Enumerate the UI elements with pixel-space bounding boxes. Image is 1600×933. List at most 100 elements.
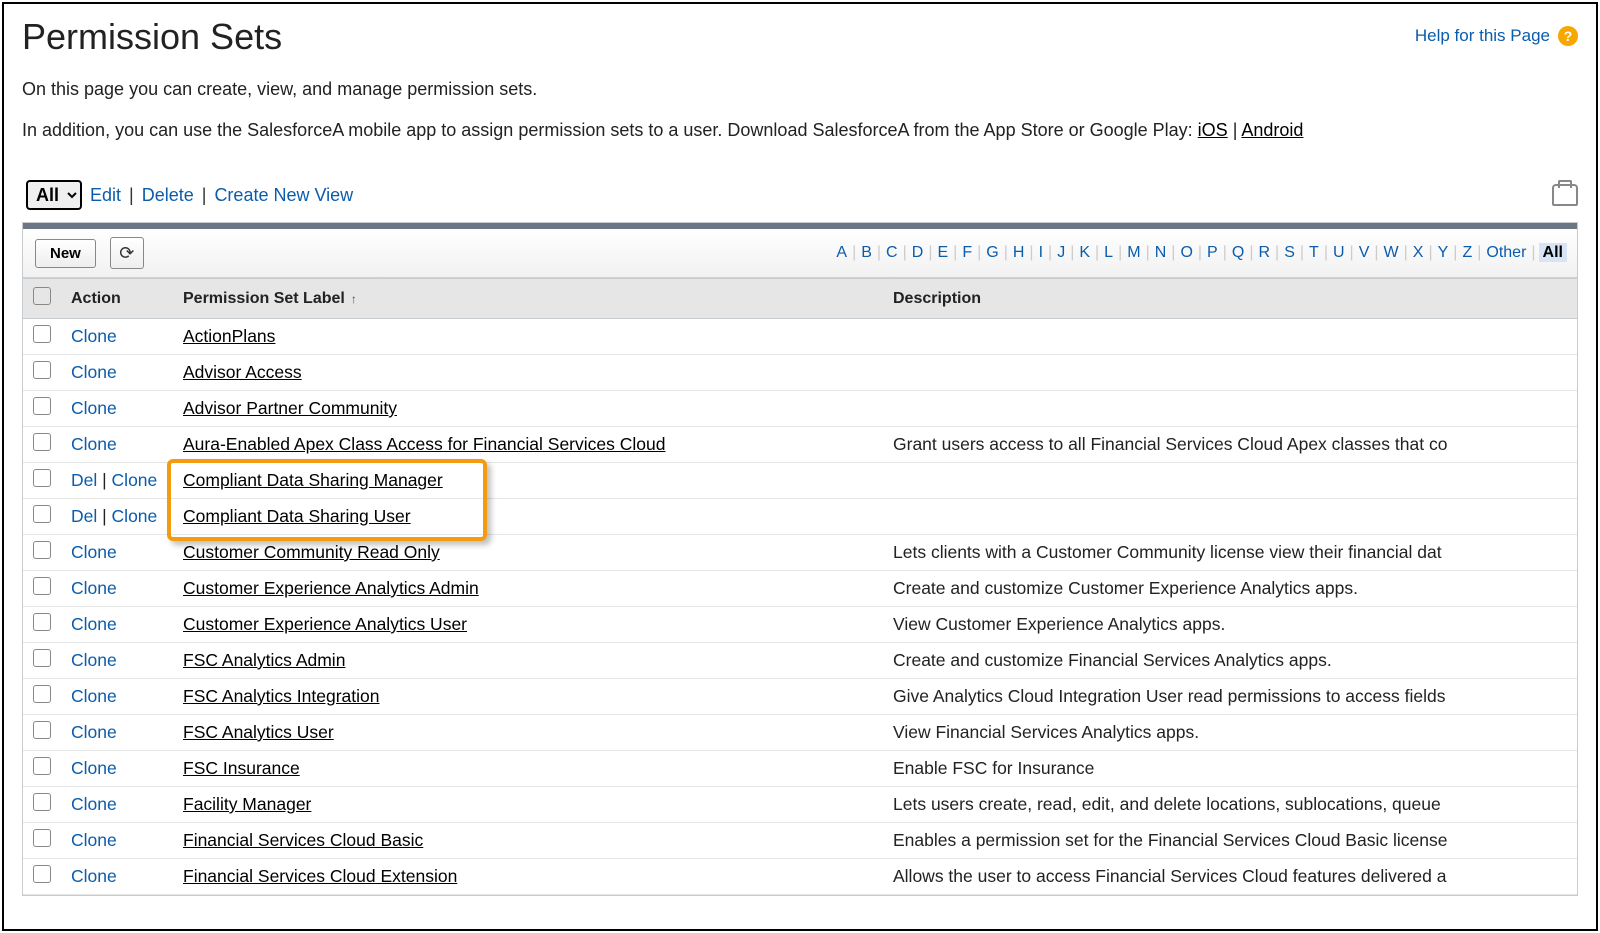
permission-set-link[interactable]: Customer Community Read Only — [183, 542, 440, 562]
row-checkbox[interactable] — [33, 505, 51, 523]
clone-action-link[interactable]: Clone — [71, 650, 117, 670]
table-row: Del | CloneCompliant Data Sharing Manage… — [23, 463, 1577, 499]
row-checkbox[interactable] — [33, 793, 51, 811]
alpha-letter-other[interactable]: Other — [1484, 244, 1528, 261]
permission-set-link[interactable]: FSC Insurance — [183, 758, 300, 778]
permission-set-link[interactable]: Advisor Partner Community — [183, 398, 397, 418]
row-description — [883, 355, 1577, 391]
clone-action-link[interactable]: Clone — [112, 470, 158, 490]
alpha-letter-y[interactable]: Y — [1436, 244, 1451, 261]
permission-set-link[interactable]: Facility Manager — [183, 794, 311, 814]
edit-view-link[interactable]: Edit — [90, 185, 121, 206]
alpha-letter-l[interactable]: L — [1102, 244, 1115, 261]
clone-action-link[interactable]: Clone — [71, 398, 117, 418]
print-icon[interactable] — [1552, 184, 1578, 206]
alpha-letter-f[interactable]: F — [960, 244, 974, 261]
clone-action-link[interactable]: Clone — [71, 326, 117, 346]
row-checkbox[interactable] — [33, 649, 51, 667]
row-checkbox[interactable] — [33, 865, 51, 883]
alpha-letter-u[interactable]: U — [1331, 244, 1347, 261]
clone-action-link[interactable]: Clone — [71, 614, 117, 634]
alpha-letter-r[interactable]: R — [1256, 244, 1272, 261]
clone-action-link[interactable]: Clone — [112, 506, 158, 526]
ios-link[interactable]: iOS — [1198, 120, 1228, 140]
row-checkbox[interactable] — [33, 829, 51, 847]
refresh-button[interactable]: ⟳ — [110, 237, 144, 269]
alpha-letter-t[interactable]: T — [1307, 244, 1321, 261]
alpha-letter-w[interactable]: W — [1382, 244, 1401, 261]
alpha-letter-a[interactable]: A — [834, 244, 849, 261]
alpha-letter-z[interactable]: Z — [1460, 244, 1474, 261]
permission-set-link[interactable]: Compliant Data Sharing User — [183, 506, 411, 526]
alpha-letter-s[interactable]: S — [1282, 244, 1297, 261]
table-row: Clone Aura-Enabled Apex Class Access for … — [23, 427, 1577, 463]
row-checkbox[interactable] — [33, 613, 51, 631]
permission-set-link[interactable]: Customer Experience Analytics Admin — [183, 578, 479, 598]
permission-set-link[interactable]: Advisor Access — [183, 362, 302, 382]
row-checkbox[interactable] — [33, 577, 51, 595]
row-checkbox[interactable] — [33, 469, 51, 487]
alpha-letter-x[interactable]: X — [1411, 244, 1426, 261]
permission-set-link[interactable]: Financial Services Cloud Extension — [183, 866, 457, 886]
alpha-letter-d[interactable]: D — [910, 244, 926, 261]
help-link[interactable]: Help for this Page — [1415, 26, 1550, 46]
alpha-letter-j[interactable]: J — [1055, 244, 1067, 261]
permission-set-link[interactable]: FSC Analytics Admin — [183, 650, 345, 670]
android-link[interactable]: Android — [1241, 120, 1303, 140]
permission-set-link[interactable]: FSC Analytics Integration — [183, 686, 379, 706]
permission-set-link[interactable]: Financial Services Cloud Basic — [183, 830, 423, 850]
alpha-letter-h[interactable]: H — [1011, 244, 1027, 261]
col-label[interactable]: Permission Set Label↑ — [173, 279, 883, 319]
permission-set-link[interactable]: Aura-Enabled Apex Class Access for Finan… — [183, 434, 665, 454]
table-row: CloneFSC Analytics UserView Financial Se… — [23, 715, 1577, 751]
alpha-letter-m[interactable]: M — [1125, 244, 1142, 261]
new-button[interactable]: New — [35, 239, 96, 268]
col-description[interactable]: Description — [883, 279, 1577, 319]
clone-action-link[interactable]: Clone — [71, 794, 117, 814]
row-checkbox[interactable] — [33, 541, 51, 559]
clone-action-link[interactable]: Clone — [71, 830, 117, 850]
alpha-letter-k[interactable]: K — [1077, 244, 1092, 261]
row-checkbox[interactable] — [33, 685, 51, 703]
del-action-link[interactable]: Del — [71, 470, 97, 490]
permission-set-link[interactable]: Compliant Data Sharing Manager — [183, 470, 443, 490]
permission-set-link[interactable]: FSC Analytics User — [183, 722, 334, 742]
alpha-letter-v[interactable]: V — [1357, 244, 1372, 261]
delete-view-link[interactable]: Delete — [142, 185, 194, 206]
alpha-letter-q[interactable]: Q — [1230, 244, 1246, 261]
clone-action-link[interactable]: Clone — [71, 686, 117, 706]
alpha-letter-all[interactable]: All — [1539, 243, 1567, 262]
row-checkbox[interactable] — [33, 397, 51, 415]
row-checkbox[interactable] — [33, 433, 51, 451]
alpha-letter-p[interactable]: P — [1205, 244, 1220, 261]
clone-action-link[interactable]: Clone — [71, 866, 117, 886]
table-row: CloneFinancial Services Cloud ExtensionA… — [23, 859, 1577, 895]
row-checkbox[interactable] — [33, 361, 51, 379]
table-row: CloneFinancial Services Cloud BasicEnabl… — [23, 823, 1577, 859]
row-checkbox[interactable] — [33, 757, 51, 775]
col-action[interactable]: Action — [61, 279, 173, 319]
alpha-letter-i[interactable]: I — [1037, 244, 1045, 261]
alpha-letter-g[interactable]: G — [984, 244, 1000, 261]
alpha-letter-o[interactable]: O — [1178, 244, 1194, 261]
permission-set-link[interactable]: Customer Experience Analytics User — [183, 614, 467, 634]
row-checkbox[interactable] — [33, 721, 51, 739]
alpha-letter-e[interactable]: E — [935, 244, 950, 261]
alpha-letter-b[interactable]: B — [859, 244, 874, 261]
create-view-link[interactable]: Create New View — [214, 185, 353, 206]
alpha-letter-c[interactable]: C — [884, 244, 900, 261]
clone-action-link[interactable]: Clone — [71, 722, 117, 742]
del-action-link[interactable]: Del — [71, 506, 97, 526]
clone-action-link[interactable]: Clone — [71, 362, 117, 382]
clone-action-link[interactable]: Clone — [71, 758, 117, 778]
row-checkbox[interactable] — [33, 325, 51, 343]
help-icon[interactable]: ? — [1558, 26, 1578, 46]
select-all-checkbox[interactable] — [33, 287, 51, 305]
clone-action-link[interactable]: Clone — [71, 542, 117, 562]
clone-action-link[interactable]: Clone — [71, 578, 117, 598]
view-select[interactable]: All — [26, 180, 82, 210]
alpha-letter-n[interactable]: N — [1153, 244, 1169, 261]
table-row: Clone Advisor Partner Community — [23, 391, 1577, 427]
clone-action-link[interactable]: Clone — [71, 434, 117, 454]
permission-set-link[interactable]: ActionPlans — [183, 326, 275, 346]
